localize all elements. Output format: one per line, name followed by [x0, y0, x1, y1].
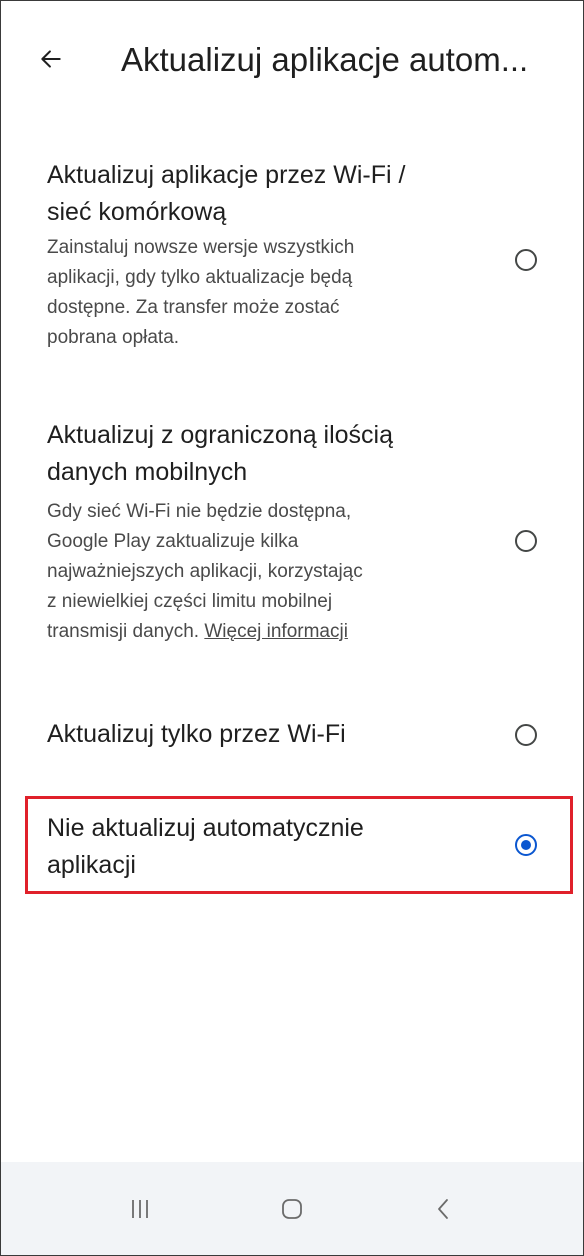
recent-apps-button[interactable]: [110, 1184, 170, 1234]
option-limited-mobile-data[interactable]: Aktualizuj z ograniczoną ilością danych …: [25, 411, 573, 671]
more-info-link[interactable]: Więcej informacji: [204, 621, 348, 642]
radio-button[interactable]: [515, 530, 537, 552]
home-icon: [282, 1199, 302, 1219]
arrow-left-icon: [41, 50, 61, 68]
top-app-bar: Aktualizuj aplikacje autom...: [1, 1, 583, 121]
screen: Aktualizuj aplikacje autom... Aktualizuj…: [0, 0, 584, 1256]
option-title: Aktualizuj aplikacje przez Wi-Fi / sieć …: [47, 161, 406, 226]
option-title: Aktualizuj tylko przez Wi-Fi: [47, 720, 346, 748]
radio-button[interactable]: [515, 249, 537, 271]
home-button[interactable]: [262, 1184, 322, 1234]
back-button[interactable]: [29, 37, 73, 81]
option-wifi-only[interactable]: Aktualizuj tylko przez Wi-Fi: [25, 706, 573, 766]
nav-back-button[interactable]: [413, 1184, 473, 1234]
option-description: Zainstaluj nowsze wersje wszystkich apli…: [47, 237, 355, 348]
page-title: Aktualizuj aplikacje autom...: [121, 41, 529, 78]
radio-button[interactable]: [515, 724, 537, 746]
system-navigation-bar: [1, 1162, 583, 1255]
option-title: Aktualizuj z ograniczoną ilością danych …: [47, 421, 394, 486]
recent-apps-icon: [132, 1200, 148, 1218]
option-description: Gdy sieć Wi-Fi nie będzie dostępna, Goog…: [47, 501, 363, 642]
back-chevron-icon: [438, 1199, 448, 1219]
option-wifi-and-mobile[interactable]: Aktualizuj aplikacje przez Wi-Fi / sieć …: [25, 151, 573, 391]
highlight-box: [25, 796, 573, 894]
